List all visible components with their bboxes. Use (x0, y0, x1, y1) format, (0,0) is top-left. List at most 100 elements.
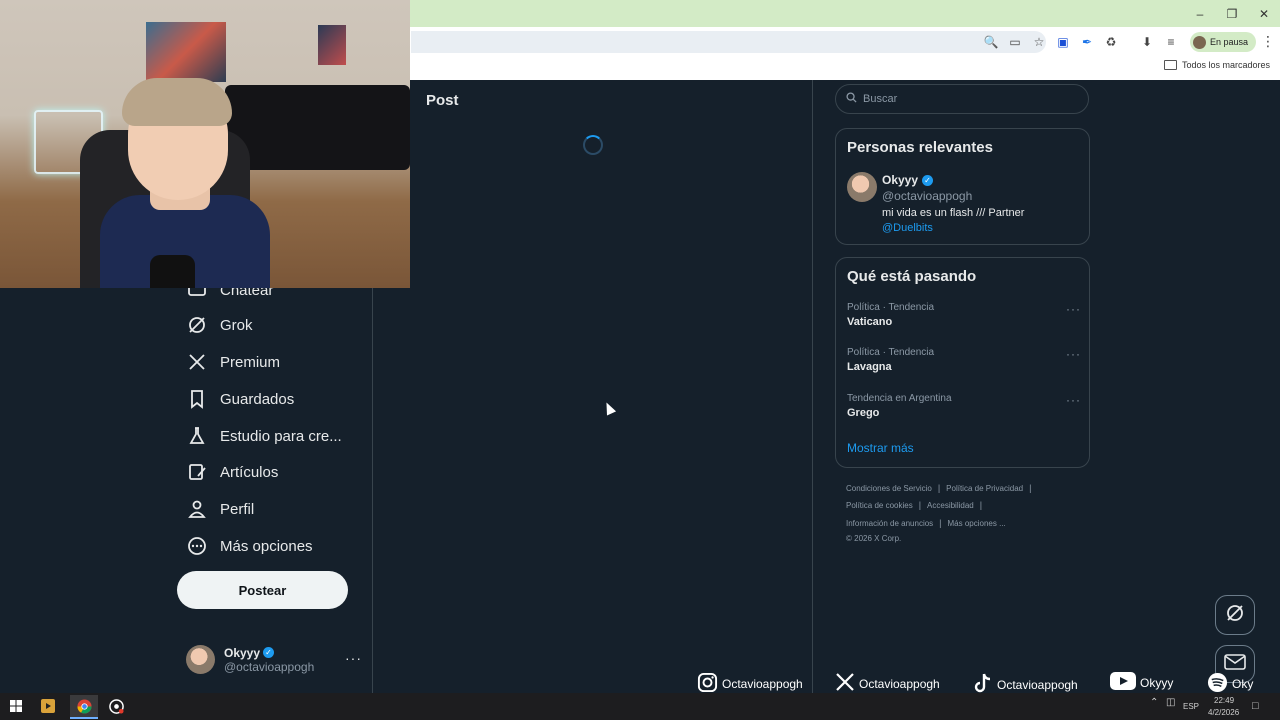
sidebar-item-more-options[interactable]: Más opciones (187, 532, 313, 560)
article-edit-icon (187, 462, 207, 482)
footer-separator: | (979, 500, 983, 510)
microphone (150, 255, 195, 288)
relevant-handle: @octavioappogh (882, 189, 973, 203)
footer-separator: | (939, 518, 942, 528)
x-logo-icon (187, 352, 207, 372)
sidebar-item-label: Más opciones (220, 537, 313, 555)
post-button[interactable]: Postear (177, 571, 348, 609)
language-indicator[interactable]: ESP (1183, 702, 1199, 711)
webcam-overlay (0, 0, 410, 288)
account-switcher[interactable]: Okyyy ✓ @octavioappogh (186, 645, 314, 674)
verified-badge-icon: ✓ (922, 174, 934, 186)
relevant-people-title: Personas relevantes (847, 139, 993, 156)
sidebar-item-profile[interactable]: Perfil (187, 495, 254, 523)
chrome-taskbar-icon[interactable] (70, 695, 98, 719)
sidebar-item-label: Guardados (220, 390, 295, 408)
footer-link-more[interactable]: Más opciones ... (948, 519, 1006, 528)
account-more-icon[interactable]: ··· (345, 650, 362, 666)
trends-title: Qué está pasando (847, 268, 977, 285)
footer-link-accessibility[interactable]: Accesibilidad (927, 501, 974, 510)
profile-paused-chip[interactable]: En pausa (1190, 32, 1257, 52)
sidebar-item-label: Perfil (220, 500, 255, 518)
pause-label: En pausa (1210, 37, 1249, 47)
clock-time[interactable]: 22:49 (1214, 696, 1234, 705)
trend-item[interactable]: Política · Tendencia Lavagna (847, 347, 934, 373)
network-icon[interactable]: ◫ (1166, 697, 1175, 708)
footer-link-privacy[interactable]: Política de Privacidad (946, 484, 1023, 493)
footer-link-ads-info[interactable]: Información de anuncios (846, 519, 933, 528)
social-label: Octavioappogh (997, 677, 1078, 692)
download-icon[interactable]: ⬇ (1136, 33, 1158, 51)
obs-taskbar-icon[interactable] (104, 695, 128, 717)
trend-more-icon[interactable]: ··· (1066, 347, 1081, 361)
trend-name: Grego (847, 407, 880, 419)
address-bar[interactable] (411, 31, 1046, 53)
footer-row-2: Política de cookies | Accesibilidad | (846, 500, 982, 510)
trend-name: Lavagna (847, 361, 892, 373)
account-avatar (186, 645, 215, 674)
media-controls-icon[interactable]: ≡ (1160, 33, 1182, 51)
relevant-bio-link[interactable]: @Duelbits (882, 222, 933, 234)
sidebar-divider (372, 288, 373, 693)
sidebar-item-premium[interactable]: Premium (187, 348, 280, 376)
grok-icon (187, 315, 207, 335)
search-placeholder: Buscar (863, 93, 898, 105)
main-divider (812, 80, 813, 693)
trend-meta: Política · Tendencia (847, 347, 935, 358)
search-input[interactable]: Buscar (835, 84, 1089, 114)
social-label: Oky (1232, 677, 1254, 691)
x-icon (835, 672, 855, 695)
account-name-row: Okyyy ✓ (224, 646, 314, 660)
loading-spinner-icon (583, 135, 603, 155)
trend-meta: Política · Tendencia (847, 302, 935, 313)
footer-separator: | (1029, 483, 1032, 493)
tray-chevron-icon[interactable]: ⌃ (1150, 697, 1158, 708)
wall-painting (146, 22, 226, 82)
extensions-puzzle-icon[interactable]: ♻ (1100, 33, 1122, 51)
account-handle: @octavioappogh (224, 659, 315, 674)
minimize-icon[interactable]: – (1184, 0, 1216, 27)
profile-avatar (1193, 35, 1206, 49)
bookmark-star-icon[interactable]: ☆ (1028, 33, 1050, 51)
relevant-name-row[interactable]: Okyyy ✓ (882, 173, 934, 187)
trend-item[interactable]: Política · Tendencia Vaticano (847, 302, 934, 328)
bookmark-icon (187, 389, 207, 409)
close-icon[interactable]: ✕ (1248, 0, 1280, 27)
trend-more-icon[interactable]: ··· (1066, 393, 1081, 407)
sidebar-item-articles[interactable]: Artículos (187, 458, 278, 486)
footer-separator: | (918, 500, 922, 510)
trend-more-icon[interactable]: ··· (1066, 302, 1081, 316)
person-icon (187, 499, 207, 519)
restore-icon[interactable]: ❐ (1216, 0, 1248, 27)
all-bookmarks-button[interactable]: Todos los marcadores (1163, 60, 1270, 70)
verified-badge-icon: ✓ (263, 647, 275, 658)
footer-copyright: © 2026 X Corp. (846, 534, 902, 543)
mouse-cursor-icon (601, 400, 617, 416)
wall-painting-small (318, 25, 346, 65)
footer-separator: | (937, 483, 941, 493)
cast-icon[interactable]: ▭ (1004, 33, 1026, 51)
notifications-icon[interactable]: □ (1252, 700, 1259, 712)
grok-float-button[interactable] (1215, 595, 1255, 635)
browser-menu-icon[interactable]: ⋮ (1261, 33, 1275, 50)
show-more-link[interactable]: Mostrar más (847, 441, 914, 455)
extension-feather-icon[interactable]: ✒ (1076, 33, 1098, 51)
all-bookmarks-label: Todos los marcadores (1181, 60, 1270, 70)
footer-link-cookies[interactable]: Política de cookies (846, 501, 913, 510)
relevant-name: Okyyy (882, 173, 919, 187)
social-label: Octavioappogh (722, 677, 803, 691)
sofa (225, 85, 410, 170)
sidebar-item-creator-studio[interactable]: Estudio para cre... (187, 422, 342, 450)
media-player-icon[interactable] (36, 695, 60, 717)
trend-item[interactable]: Tendencia en Argentina Grego (847, 393, 952, 419)
search-icon (846, 92, 857, 106)
footer-row-3: Información de anuncios | Más opciones .… (846, 518, 1006, 528)
clock-date[interactable]: 4/2/2026 (1208, 708, 1239, 717)
windows-start-icon[interactable] (4, 695, 28, 717)
sidebar-item-bookmarks[interactable]: Guardados (187, 385, 294, 413)
extension-blue-icon[interactable]: ▣ (1052, 33, 1074, 51)
footer-link-terms[interactable]: Condiciones de Servicio (846, 484, 932, 493)
relevant-avatar[interactable] (847, 172, 877, 202)
zoom-icon[interactable]: 🔍 (980, 33, 1002, 51)
sidebar-item-grok[interactable]: Grok (187, 311, 253, 339)
